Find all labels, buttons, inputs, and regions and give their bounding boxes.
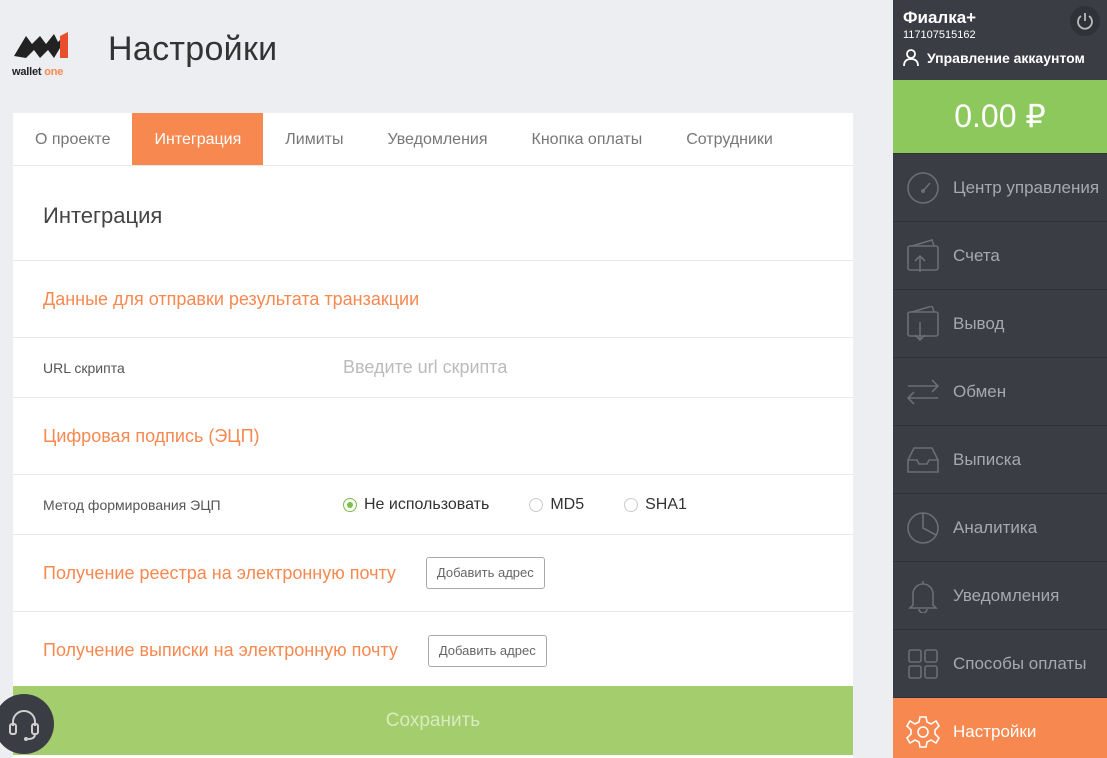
tab-about[interactable]: О проекте: [13, 113, 132, 165]
radio-unchecked-icon: [529, 497, 544, 512]
sidebar-item-payment-methods[interactable]: Способы оплаты: [893, 629, 1107, 697]
sidebar: Фиалка+ 117107515162 Управление аккаунто…: [893, 0, 1107, 758]
sidebar-item-dashboard[interactable]: Центр управления: [893, 153, 1107, 221]
tab-notifications[interactable]: Уведомления: [365, 113, 509, 165]
signature-title: Цифровая подпись (ЭЦП): [13, 398, 853, 475]
section-heading: Интеграция: [13, 166, 853, 261]
sidebar-item-label: Обмен: [953, 381, 1007, 401]
settings-tabs: О проекте Интеграция Лимиты Уведомления …: [13, 113, 853, 166]
sidebar-item-label: Выписка: [953, 449, 1022, 469]
radio-sha1-label: SHA1: [645, 495, 687, 513]
sidebar-item-label: Центр управления: [953, 177, 1100, 197]
add-statement-address-button[interactable]: Добавить адрес: [427, 634, 547, 667]
bell-icon: [905, 578, 941, 614]
add-registry-address-button[interactable]: Добавить адрес: [425, 557, 545, 589]
radio-sha1[interactable]: SHA1: [624, 496, 687, 514]
sidebar-item-label: Вывод: [953, 313, 1005, 333]
sidebar-item-withdraw[interactable]: Вывод: [893, 289, 1107, 357]
signature-method-row: Метод формирования ЭЦП Не использовать M…: [13, 475, 853, 535]
inbox-tray-icon: [905, 442, 941, 478]
sidebar-item-label: Счета: [953, 245, 1000, 265]
wallet-in-icon: [905, 238, 941, 274]
user-icon: [903, 49, 919, 67]
sidebar-item-analytics[interactable]: Аналитика: [893, 493, 1107, 561]
account-panel: Фиалка+ 117107515162 Управление аккаунто…: [893, 0, 1107, 80]
manage-account-label: Управление аккаунтом: [927, 50, 1085, 66]
speedometer-icon: [905, 170, 941, 206]
transaction-data-title: Данные для отправки результата транзакци…: [13, 261, 853, 338]
sidebar-item-label: Аналитика: [953, 517, 1038, 537]
tab-integration[interactable]: Интеграция: [132, 113, 264, 165]
sidebar-item-settings[interactable]: Настройки: [893, 697, 1107, 758]
sidebar-item-label: Способы оплаты: [953, 653, 1087, 673]
tab-limits[interactable]: Лимиты: [263, 113, 365, 165]
sidebar-item-notifications[interactable]: Уведомления: [893, 561, 1107, 629]
url-input[interactable]: [343, 357, 743, 378]
wallet-one-logo[interactable]: wallet one: [12, 30, 72, 82]
sidebar-item-label: Настройки: [953, 721, 1037, 741]
logo-text: wallet one: [12, 66, 64, 78]
url-row: URL скрипта: [13, 338, 853, 398]
radio-unchecked-icon: [624, 497, 639, 512]
radio-checked-icon: [343, 497, 357, 512]
sidebar-item-exchange[interactable]: Обмен: [893, 357, 1107, 425]
signature-method-label: Метод формирования ЭЦП: [43, 496, 221, 513]
logo-mark-icon: [14, 32, 68, 58]
page-title: Настройки: [108, 30, 278, 68]
logout-button[interactable]: [1070, 6, 1100, 36]
tab-payment-button[interactable]: Кнопка оплаты: [510, 113, 665, 165]
tab-employees[interactable]: Сотрудники: [664, 113, 795, 165]
radio-md5-label: MD5: [550, 495, 585, 513]
sidebar-item-label: Уведомления: [953, 585, 1060, 605]
power-icon: [1077, 13, 1093, 30]
radio-md5[interactable]: MD5: [529, 496, 584, 514]
statement-email-row: Получение выписки на электронную почту Д…: [13, 612, 853, 689]
registry-email-row: Получение реестра на электронную почту Д…: [13, 535, 853, 612]
pie-chart-icon: [905, 510, 941, 546]
url-label: URL скрипта: [43, 359, 125, 376]
settings-card: О проекте Интеграция Лимиты Уведомления …: [13, 113, 853, 758]
radio-none[interactable]: Не использовать: [343, 496, 489, 514]
signature-method-radios: Не использовать MD5 SHA1: [343, 496, 727, 514]
sidebar-item-accounts[interactable]: Счета: [893, 221, 1107, 289]
registry-email-title: Получение реестра на электронную почту: [43, 562, 396, 583]
grid-icon: [905, 646, 941, 682]
balance-display: 0.00 ₽: [893, 80, 1107, 153]
save-button[interactable]: Сохранить: [13, 686, 853, 755]
manage-account-link[interactable]: Управление аккаунтом: [903, 49, 1107, 67]
gear-icon: [905, 714, 941, 750]
wallet-out-icon: [905, 305, 941, 342]
radio-none-label: Не использовать: [364, 495, 490, 513]
sidebar-item-statement[interactable]: Выписка: [893, 425, 1107, 493]
headset-icon: [9, 710, 39, 741]
statement-email-title: Получение выписки на электронную почту: [43, 640, 398, 660]
exchange-arrows-icon: [905, 374, 941, 410]
